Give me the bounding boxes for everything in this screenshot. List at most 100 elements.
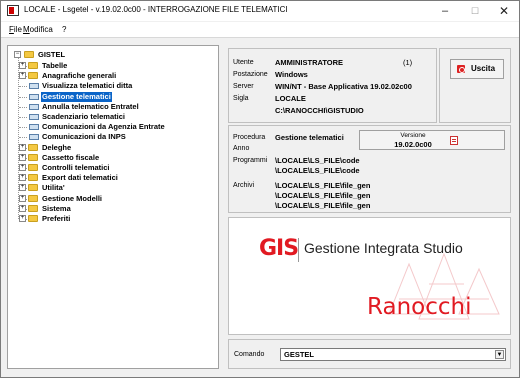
postazione-value: Windows [275,70,308,79]
sigla-label: Sigla [233,95,249,102]
sigla-value: LOCALE [275,94,306,103]
tree-branch-line [19,96,27,98]
expand-icon[interactable]: + [19,153,26,161]
document-icon [29,124,39,131]
logo-panel: GIS Gestione Integrata Studio Ranocchi [228,217,511,335]
expand-icon[interactable]: + [19,174,26,182]
tree-item-label: Comunicazioni da INPS [42,132,126,142]
document-icon [29,93,39,100]
folder-icon [28,204,38,212]
document-icon [29,114,39,120]
maximize-button[interactable]: ☐ [460,1,490,21]
minimize-button[interactable]: – [430,1,460,21]
window-title: LOCALE - Lsgetel - v.19.02.0c00 - INTERR… [24,5,288,14]
tree-root-label: GISTEL [38,50,66,59]
tree-item-label: Gestione Modelli [42,193,103,203]
tree-item-label: Sistema [42,203,71,213]
programmi-label: Programmi [233,157,268,164]
menu-modifica-accel: M [23,25,30,34]
comando-select[interactable]: GESTEL ▼ [280,348,506,361]
uscita-button[interactable]: Uscita [450,59,504,79]
folder-icon [28,62,38,69]
expand-icon[interactable]: + [19,215,26,222]
product-name: Gestione Integrata Studio [304,240,463,256]
tree-item-label: Anagrafiche generali [42,71,117,81]
menu-modifica-label: odifica [29,25,53,34]
utente-value: AMMINISTRATORE [275,58,344,67]
expand-icon[interactable]: + [19,184,26,192]
postazione-label: Postazione [233,71,268,78]
navigation-tree[interactable]: − GISTEL + Tabelle + Anagrafiche generali Vi… [7,45,219,369]
app-icon[interactable] [7,5,19,16]
title-bar[interactable]: LOCALE - Lsgetel - v.19.02.0c00 - INTERR… [1,1,519,21]
programmi-path: \LOCALE\LS_FILE\code [275,166,360,175]
archivi-label: Archivi [233,182,255,189]
tree-item-label: Controlli telematici [42,163,110,172]
programmi-path: \LOCALE\LS_FILE\code [275,156,360,165]
expand-icon[interactable]: + [19,194,26,202]
chevron-down-icon[interactable]: ▼ [495,350,504,359]
expand-icon[interactable]: + [19,143,26,151]
tree-item-label: Gestione telematici [41,91,112,102]
tree-item-label: Scadenziario telematici [42,112,125,121]
folder-icon [28,194,38,202]
uscita-button-label: Uscita [471,64,496,73]
ranocchi-logo: Ranocchi [367,294,472,320]
logo-separator [298,238,299,262]
tree-item-label: Cassetto fiscale [42,152,100,162]
archivi-path: \LOCALE\LS_FILE\file_gen [275,201,371,210]
tree-branch-line [19,127,27,129]
menu-help-label: ? [62,25,67,34]
folder-icon [28,153,38,161]
tree-branch-line [19,117,27,118]
archivi-path: \LOCALE\LS_FILE\file_gen [275,191,371,200]
server-label: Server [233,83,254,90]
exit-icon [457,65,465,73]
document-icon [29,103,39,110]
tree-item-label: Utilita' [42,183,65,193]
folder-open-icon [24,51,34,58]
session-info-panel: Utente AMMINISTRATORE (1) Postazione Win… [228,48,437,123]
command-panel: Comando GESTEL ▼ [228,339,511,369]
versione-value: 19.02.0c00 [394,140,432,149]
folder-icon [28,143,38,151]
utente-label: Utente [233,59,254,66]
tree-item-label: Tabelle [42,61,68,70]
versione-button[interactable]: Versione 19.02.0c00 [359,130,505,150]
comando-value: GESTEL [284,350,315,359]
gis-logo: GIS [259,236,299,261]
folder-icon [28,174,38,182]
archivi-path: \LOCALE\LS_FILE\file_gen [275,181,371,190]
collapse-icon[interactable]: − [14,51,21,58]
menu-modifica[interactable]: Modifica [23,25,53,34]
document-icon [450,136,458,145]
close-button[interactable]: ✕ [489,1,519,21]
tree-item-label: Preferiti [42,214,71,223]
procedura-value: Gestione telematici [275,133,344,142]
expand-icon[interactable]: + [19,164,26,171]
tree-branch-line [19,137,27,139]
expand-icon[interactable]: + [19,72,26,80]
application-window: LOCALE - Lsgetel - v.19.02.0c00 - INTERR… [0,0,520,378]
anno-label: Anno [233,145,250,152]
versione-label: Versione [400,132,426,139]
exit-panel: Uscita [439,48,511,123]
utente-number: (1) [403,58,413,67]
expand-icon[interactable]: + [19,62,26,69]
folder-icon [28,164,38,171]
tree-branch-line [19,86,27,88]
menu-bar: File Modifica ? [1,22,519,38]
install-path: C:\RANOCCHI\GISTUDIO [275,106,364,115]
tree-item-label: Deleghe [42,142,72,152]
tree-item-label: Annulla telematico Entratel [42,101,139,111]
folder-icon [28,184,38,192]
menu-help[interactable]: ? [62,25,66,34]
tree-item-label: Comunicazioni da Agenzia Entrate [42,122,165,132]
document-icon [29,83,39,90]
expand-icon[interactable]: + [19,204,26,212]
comando-label: Comando [234,351,265,358]
tree-item-label: Visualizza telematici ditta [42,81,133,91]
server-value: WIN/NT - Base Applicativa 19.02.02c00 [275,82,412,91]
menu-file[interactable]: File [9,25,22,34]
procedura-label: Procedura [233,134,266,141]
